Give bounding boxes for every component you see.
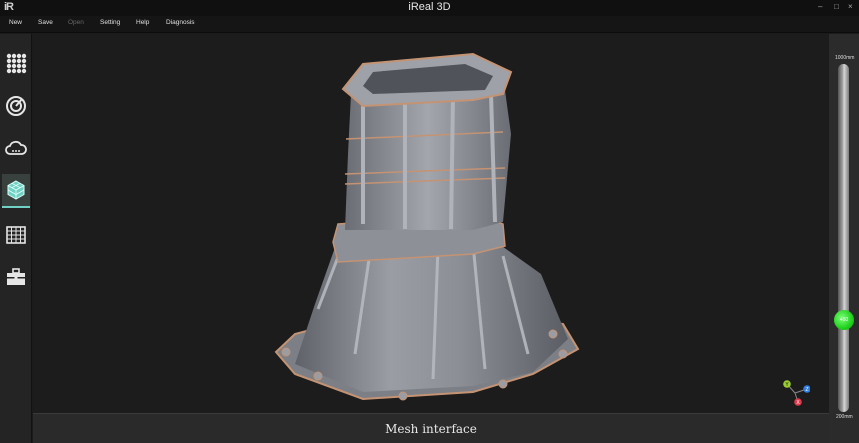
- scan-dial-icon: [6, 96, 26, 116]
- mesh-model: [274, 52, 580, 401]
- sidebar-item-toolbox[interactable]: [2, 260, 30, 294]
- maximize-button[interactable]: □: [834, 2, 839, 12]
- menu-setting[interactable]: Setting: [100, 19, 120, 26]
- menu-open[interactable]: Open: [68, 19, 84, 26]
- cloud-icon: [5, 140, 27, 155]
- tool-sidebar: [0, 34, 32, 443]
- distance-slider-track[interactable]: [838, 64, 849, 412]
- sidebar-item-mesh[interactable]: [2, 174, 30, 208]
- slider-value-label: 450: [839, 317, 849, 323]
- sidebar-item-grid[interactable]: [2, 46, 30, 80]
- axis-z-label: Z: [805, 387, 808, 393]
- distance-slider-knob[interactable]: 450: [834, 310, 854, 330]
- grid-dots-icon: [6, 53, 27, 74]
- toolbox-icon: [7, 268, 25, 285]
- slider-min-label: 200mm: [836, 414, 853, 420]
- title-bar: iR iReal 3D – □ ×: [0, 0, 859, 16]
- menu-bar: New Save Open Setting Help Diagnosis: [0, 16, 859, 33]
- menu-new[interactable]: New: [9, 19, 22, 26]
- status-bar: Mesh interface: [33, 413, 829, 443]
- grid-table-icon: [6, 226, 26, 244]
- mesh-cube-icon: [7, 180, 25, 200]
- menu-diagnosis[interactable]: Diagnosis: [166, 19, 195, 26]
- menu-help[interactable]: Help: [136, 19, 149, 26]
- window-title: iReal 3D: [408, 1, 451, 13]
- 3d-viewport[interactable]: [33, 34, 829, 413]
- close-button[interactable]: ×: [848, 2, 853, 12]
- axis-gizmo: Y Z X: [783, 380, 810, 406]
- minimize-button[interactable]: –: [818, 2, 822, 12]
- sidebar-item-cloud[interactable]: [2, 132, 30, 166]
- sidebar-item-scan[interactable]: [2, 89, 30, 123]
- sidebar-item-table[interactable]: [2, 218, 30, 252]
- menu-save[interactable]: Save: [38, 19, 53, 26]
- slider-max-label: 1000mm: [835, 55, 855, 61]
